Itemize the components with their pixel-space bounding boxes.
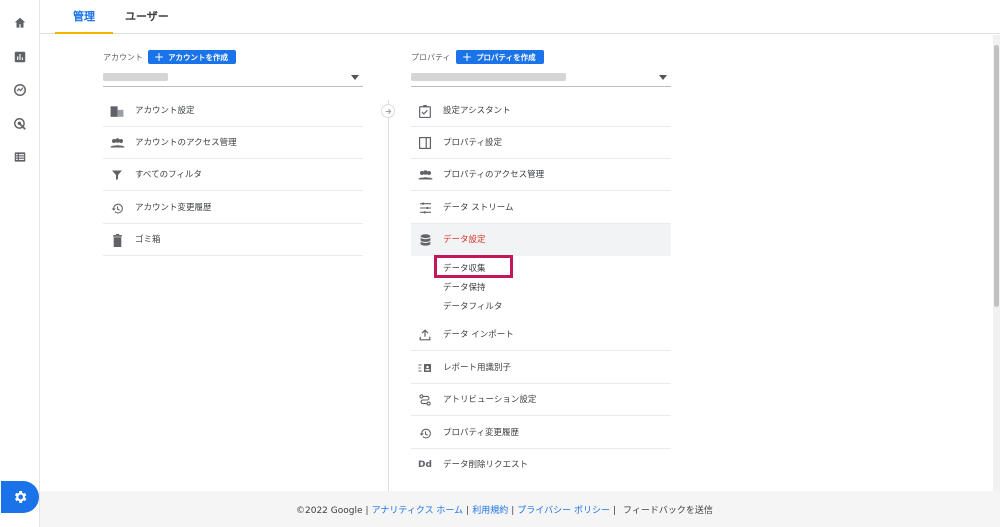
identifier-icon	[417, 361, 433, 375]
checklist-icon	[417, 104, 433, 118]
dropdown-caret-icon	[351, 75, 359, 80]
people-icon	[417, 168, 433, 182]
attribution-icon	[417, 393, 433, 407]
layout-icon	[417, 136, 433, 150]
create-account-label: アカウントを作成	[168, 53, 229, 62]
blurred-property-name	[411, 73, 566, 81]
list-item-label: プロパティ設定	[443, 138, 502, 148]
list-item-label: データ ストリーム	[443, 203, 514, 213]
list-item-label: データ インポート	[443, 330, 514, 340]
top-tab-bar: 管理 ユーザー	[40, 0, 1000, 34]
list-item-label: アカウントのアクセス管理	[135, 138, 237, 148]
create-property-button[interactable]: + プロパティを作成	[456, 50, 544, 64]
explore-icon[interactable]	[11, 81, 29, 99]
list-item-label: ゴミ箱	[135, 235, 161, 245]
highlight-box	[434, 255, 513, 278]
history-icon	[109, 201, 125, 215]
data-retention-link[interactable]: データ保持	[443, 281, 486, 293]
dd-icon: Dd	[418, 460, 432, 470]
plus-icon: +	[154, 50, 165, 64]
database-icon	[417, 233, 433, 247]
trash-icon	[109, 233, 125, 247]
tab-user[interactable]: ユーザー	[107, 0, 187, 34]
property-settings-item[interactable]: プロパティ設定	[411, 127, 671, 159]
list-item-label: データ設定	[443, 235, 486, 245]
attribution-settings-item[interactable]: アトリビューション設定	[411, 384, 671, 416]
building-icon	[109, 104, 125, 118]
filter-icon	[109, 168, 125, 182]
account-column-label: アカウント	[103, 53, 143, 62]
list-item-label: プロパティ変更履歴	[443, 428, 519, 438]
left-nav-rail	[0, 0, 40, 527]
data-deletion-requests-item[interactable]: Dd データ削除リクエスト	[411, 449, 671, 481]
property-column-label: プロパティ	[411, 53, 451, 62]
data-import-item[interactable]: データ インポート	[411, 319, 671, 351]
separator: |	[511, 506, 515, 516]
account-settings-item[interactable]: アカウント設定	[103, 95, 363, 127]
privacy-policy-link[interactable]: プライバシー ポリシー	[517, 506, 610, 516]
account-selector[interactable]	[103, 69, 363, 87]
footer: ©2022 Google | アナリティクス ホーム | 利用規約 | プライバシー ポリシ…	[40, 491, 1000, 527]
send-feedback-link[interactable]: フィードバックを送信	[623, 506, 713, 516]
data-streams-item[interactable]: データ ストリーム	[411, 192, 671, 224]
copyright-text: ©2022 Google	[296, 506, 363, 516]
terms-link[interactable]: 利用規約	[472, 506, 508, 516]
scrollbar-thumb[interactable]	[994, 45, 999, 307]
streams-icon	[417, 201, 433, 215]
list-item-label: すべてのフィルタ	[135, 170, 202, 180]
dropdown-caret-icon	[659, 75, 667, 80]
reports-icon[interactable]	[11, 48, 29, 66]
list-item-label: 設定アシスタント	[443, 106, 511, 116]
setup-assistant-item[interactable]: 設定アシスタント	[411, 95, 671, 127]
footer-links: ©2022 Google | アナリティクス ホーム | 利用規約 | プライバシー ポリシ…	[296, 503, 713, 516]
account-access-management-item[interactable]: アカウントのアクセス管理	[103, 127, 363, 159]
list-item-label: プロパティのアクセス管理	[443, 170, 545, 180]
list-item-label: アトリビューション設定	[443, 395, 537, 405]
property-access-management-item[interactable]: プロパティのアクセス管理	[411, 159, 671, 191]
property-selector[interactable]	[411, 69, 671, 87]
separator: |	[365, 506, 369, 516]
arrow-right-icon	[381, 104, 395, 118]
trash-item[interactable]: ゴミ箱	[103, 224, 363, 256]
property-change-history-item[interactable]: プロパティ変更履歴	[411, 417, 671, 449]
list-item-label: アカウント変更履歴	[135, 203, 212, 213]
list-item-label: レポート用識別子	[443, 363, 512, 373]
people-icon	[109, 136, 125, 150]
separator: |	[612, 506, 617, 516]
list-icon[interactable]	[11, 148, 29, 166]
upload-icon	[417, 328, 433, 342]
data-filters-link[interactable]: データフィルタ	[443, 300, 502, 312]
data-settings-item[interactable]: データ設定	[411, 224, 671, 256]
create-property-label: プロパティを作成	[476, 53, 536, 62]
plus-icon: +	[462, 50, 473, 64]
history-icon	[417, 426, 433, 440]
analytics-home-link[interactable]: アナリティクス ホーム	[372, 506, 464, 516]
gear-icon[interactable]	[1, 481, 39, 513]
tab-admin[interactable]: 管理	[55, 0, 113, 34]
column-divider	[388, 100, 389, 491]
home-icon[interactable]	[11, 14, 29, 32]
account-change-history-item[interactable]: アカウント変更履歴	[103, 192, 363, 224]
list-item-label: アカウント設定	[135, 106, 195, 116]
advertising-icon[interactable]	[11, 115, 29, 133]
all-filters-item[interactable]: すべてのフィルタ	[103, 159, 363, 191]
list-item-label: データ削除リクエスト	[443, 460, 529, 470]
reporting-identity-item[interactable]: レポート用識別子	[411, 352, 671, 384]
separator: |	[466, 506, 470, 516]
blurred-account-name	[103, 73, 168, 81]
create-account-button[interactable]: + アカウントを作成	[148, 50, 237, 64]
